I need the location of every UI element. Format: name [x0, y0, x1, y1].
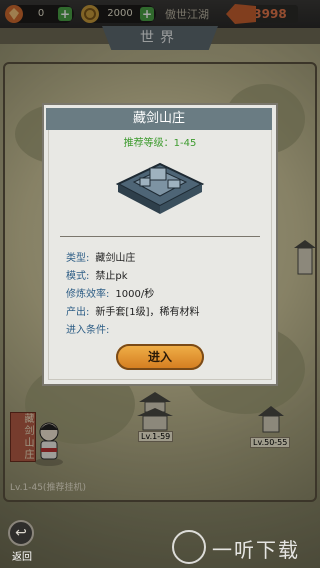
info-row-efficiency: 修炼效率: 1000/秒: [66, 285, 154, 300]
enter-button[interactable]: 进入: [116, 344, 204, 370]
location-preview-image: [115, 162, 205, 214]
popup-title: 藏剑山庄: [46, 108, 272, 130]
recommended-level: 推荐等级：1-45: [123, 138, 197, 149]
info-key: 类型:: [66, 253, 90, 264]
info-value: 藏剑山庄: [95, 253, 136, 264]
watermark-text: 一听下载: [212, 538, 300, 562]
back-button[interactable]: ↩ 返回: [6, 520, 38, 563]
game-screen: Lv.1-59 Lv.50-55 藏剑山庄 Lv.1-45(推荐挂机) 0 + …: [0, 0, 320, 568]
back-arrow-icon: ↩: [8, 520, 34, 546]
info-key: 模式:: [66, 271, 90, 282]
info-value: 新手套[1级]，稀有材料: [95, 307, 200, 318]
info-value: 禁止pk: [95, 271, 128, 282]
popup-divider: [60, 236, 260, 237]
watermark-logo-icon: [172, 530, 206, 564]
info-row-type: 类型: 藏剑山庄: [66, 249, 135, 264]
back-label: 返回: [12, 552, 32, 563]
info-key: 进入条件:: [66, 325, 110, 336]
info-key: 产出:: [66, 307, 90, 318]
info-value: 1000/秒: [115, 289, 155, 300]
info-row-condition: 进入条件:: [66, 321, 115, 336]
watermark: 一听下载: [172, 530, 320, 564]
info-key: 修炼效率:: [66, 289, 110, 300]
info-row-output: 产出: 新手套[1级]，稀有材料: [66, 303, 200, 318]
info-row-mode: 模式: 禁止pk: [66, 267, 128, 282]
